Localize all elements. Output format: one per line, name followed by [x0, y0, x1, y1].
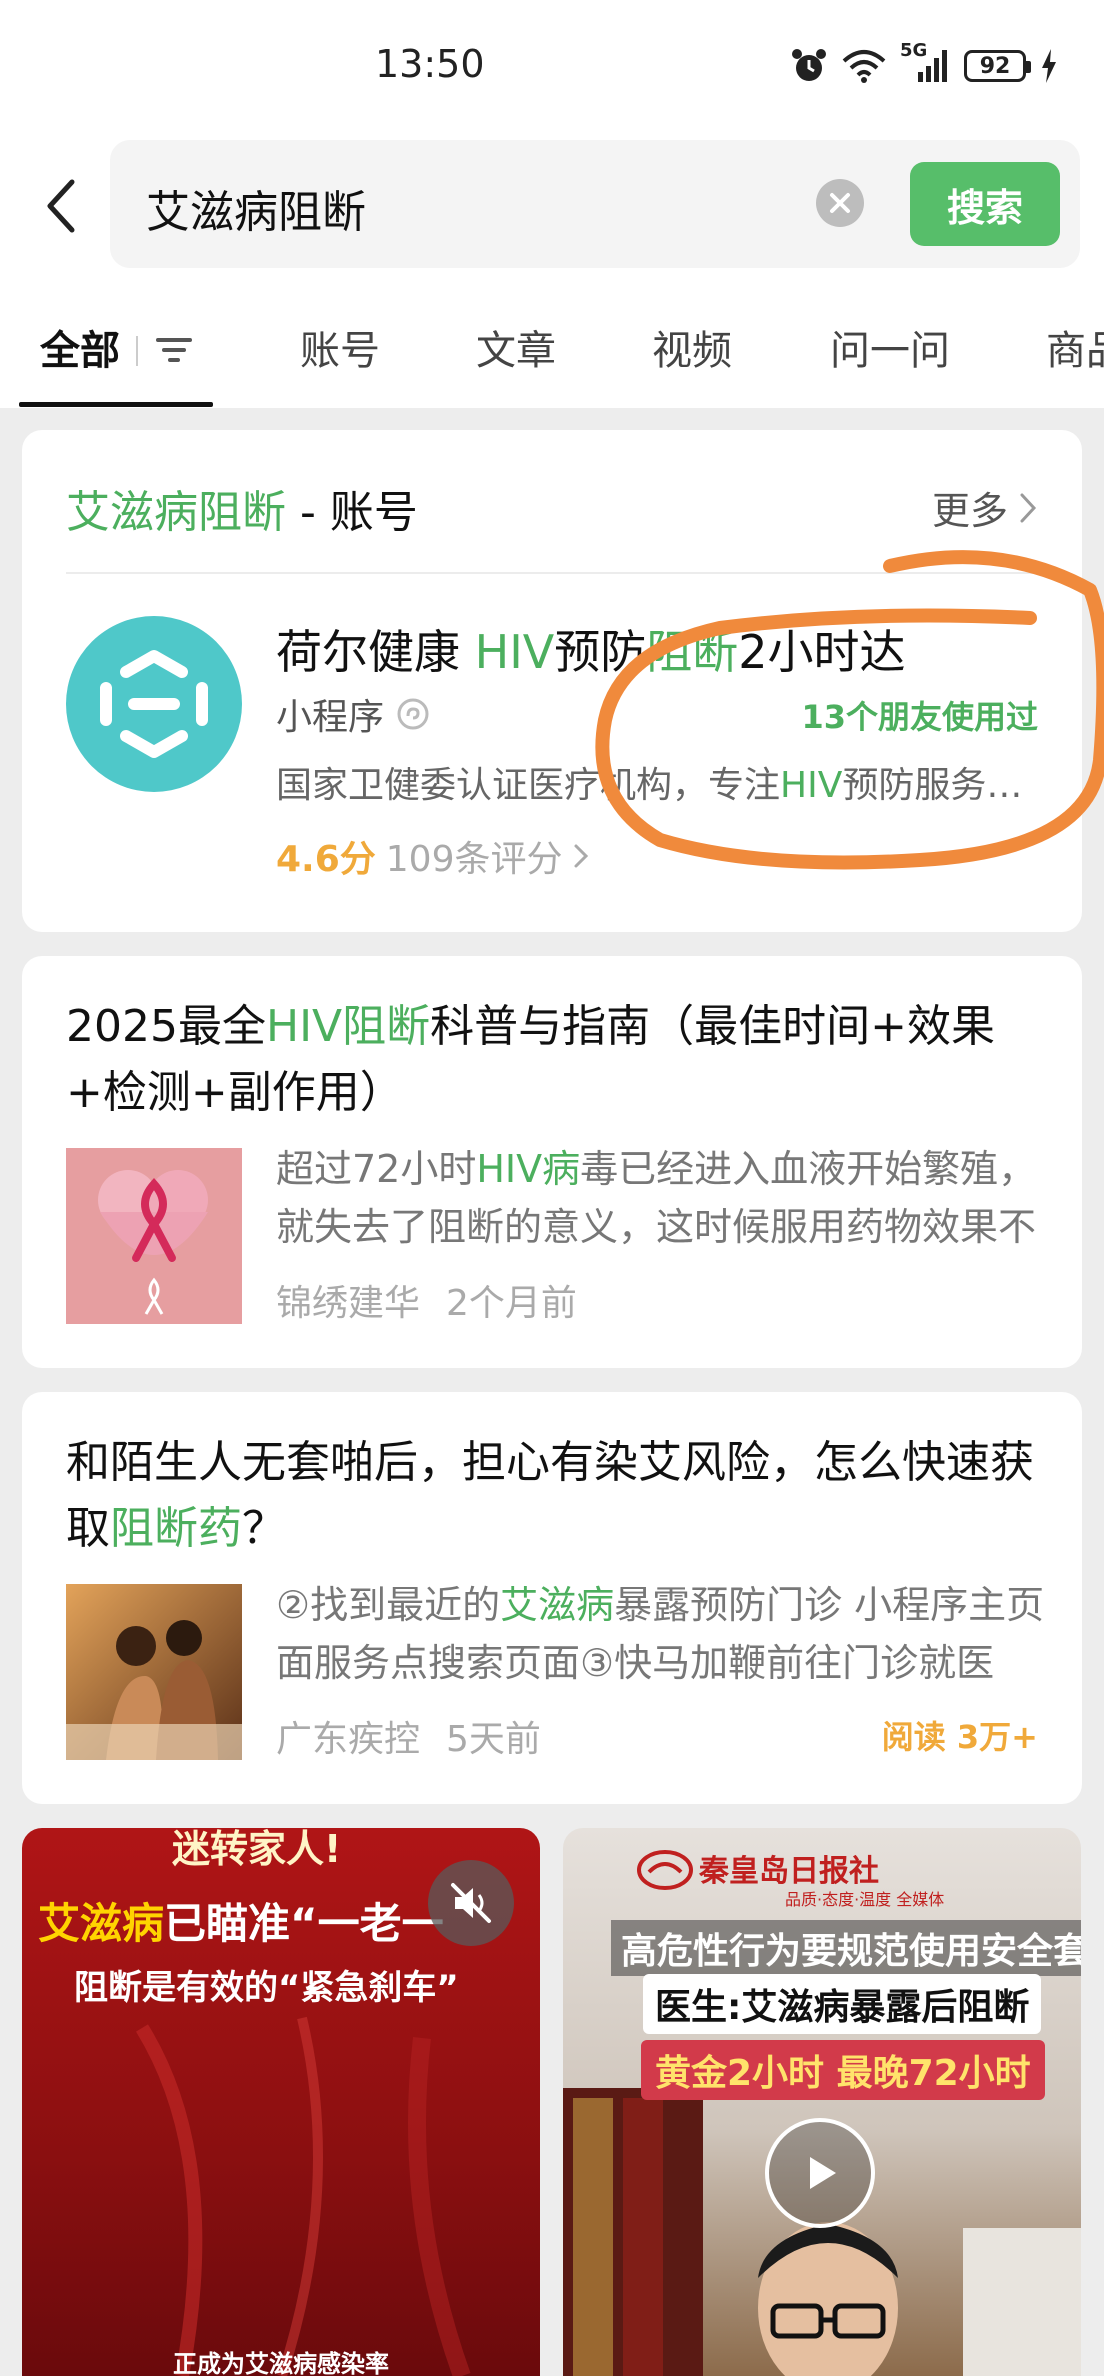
tab-accounts[interactable]: 账号 — [300, 318, 380, 376]
account-section-heading: 艾滋病阻断 - 账号 — [66, 476, 418, 540]
video-card[interactable]: 秦皇岛日报社 品质·态度·温度 全媒体 高危性行为要规范使用安全套 医生:艾滋病… — [563, 1828, 1081, 2376]
account-result-card: 艾滋病阻断 - 账号 更多 荷尔健康 HIV预防阻断2小时达 小程序 13个朋友… — [22, 430, 1082, 932]
filter-icon[interactable] — [152, 330, 196, 370]
battery-indicator: 92 — [964, 50, 1031, 82]
battery-level: 92 — [979, 53, 1011, 79]
clear-search-button[interactable] — [816, 179, 864, 227]
video-caption-line3: 黄金2小时 最晚72小时 — [641, 2040, 1045, 2100]
article-source[interactable]: 锦绣建华 — [276, 1274, 420, 1326]
title-part: 荷尔健康 — [276, 625, 475, 679]
read-count: 阅读 3万+ — [881, 1718, 1038, 1756]
mute-button[interactable] — [428, 1860, 514, 1946]
desc-part: ②找到最近的 — [276, 1583, 501, 1627]
title-part: ？ — [242, 1503, 286, 1554]
article-thumbnail[interactable] — [66, 1584, 242, 1760]
video-caption-top: 迷转家人! — [172, 1828, 342, 1871]
tab-products[interactable]: 商品 — [1046, 318, 1104, 376]
article-card[interactable]: 2025最全HIV阻断科普与指南（最佳时间+效果+检测+副作用） 超过72小时H… — [22, 956, 1082, 1368]
article-thumbnail[interactable] — [66, 1148, 242, 1324]
close-icon — [830, 193, 850, 213]
title-part: 2小时达 — [738, 625, 906, 679]
newspaper-logo-icon — [637, 1850, 693, 1890]
caption-highlight: 艾滋病 — [38, 1899, 165, 1948]
title-part: 2025最全 — [66, 1001, 266, 1052]
video-card[interactable]: 迷转家人! 艾滋病已瞄准“一老一 阻断是有效的“紧急刹车” 正成为艾滋病感染率 — [22, 1828, 540, 2376]
desc-highlight: 艾滋病 — [500, 1583, 615, 1627]
article-title[interactable]: 和陌生人无套啪后，担心有染艾风险，怎么快速获取阻断药？ — [66, 1430, 1046, 1562]
mini-program-description: 国家卫健委认证医疗机构，专注HIV预防服务，提供专业的阻断用药与检测服务 — [276, 756, 1046, 808]
tab-articles[interactable]: 文章 — [476, 318, 556, 376]
video-logo-text: 秦皇岛日报社 — [699, 1854, 879, 1889]
status-time: 13:50 — [375, 42, 485, 86]
heading-suffix: - 账号 — [286, 487, 418, 538]
title-highlight: HIV — [474, 625, 555, 679]
tab-all[interactable]: 全部 — [40, 318, 120, 376]
desc-part: 预防服务，提供专业的阻断用药与检测服务 — [842, 765, 1046, 806]
article-time: 5天前 — [446, 1719, 541, 1760]
divider — [66, 572, 1038, 574]
rating-row[interactable]: 4.6分 109条评分 — [276, 830, 589, 882]
status-icons: 5G 92 — [790, 40, 1058, 88]
article-time: 2个月前 — [446, 1283, 577, 1324]
alarm-icon — [792, 49, 826, 81]
article-summary: 超过72小时HIV病毒已经进入血液开始繁殖，就失去了阻断的意义，这时候服用药物效… — [276, 1140, 1046, 1256]
video-caption-line2: 阻断是有效的“紧急刹车” — [74, 1968, 459, 2008]
article-meta: 锦绣建华 2个月前 — [276, 1274, 577, 1326]
article-card[interactable]: 和陌生人无套啪后，担心有染艾风险，怎么快速获取阻断药？ ②找到最近的艾滋病暴露预… — [22, 1392, 1082, 1804]
desc-part: 超过72小时 — [276, 1147, 477, 1191]
account-type: 小程序 — [276, 688, 430, 740]
video-caption-line1: 高危性行为要规范使用安全套 — [611, 1920, 1081, 1976]
tab-videos[interactable]: 视频 — [652, 318, 732, 376]
friends-used-count: 13个朋友使用过 — [801, 698, 1038, 736]
account-type-label: 小程序 — [276, 697, 385, 738]
tab-ask[interactable]: 问一问 — [830, 318, 950, 376]
mini-program-icon — [397, 698, 429, 730]
more-accounts-link[interactable]: 更多 — [932, 480, 1038, 535]
search-bar[interactable]: 艾滋病阻断 搜索 — [110, 140, 1080, 268]
article-title[interactable]: 2025最全HIV阻断科普与指南（最佳时间+效果+检测+副作用） — [66, 994, 1046, 1126]
title-part: 预防 — [554, 625, 647, 679]
tab-bar: 全部 账号 文章 视频 问一问 商品 — [0, 310, 1104, 407]
review-count: 109条评分 — [385, 839, 563, 880]
tab-separator — [136, 336, 138, 366]
more-label: 更多 — [931, 489, 1008, 533]
rating-score: 4.6分 — [276, 839, 376, 880]
article-source[interactable]: 广东疾控 — [276, 1710, 420, 1762]
title-highlight: 阻断药 — [110, 1503, 242, 1554]
charging-icon — [1042, 49, 1056, 83]
video-logo-subtitle: 品质·态度·温度 全媒体 — [785, 1890, 945, 1909]
article-summary: ②找到最近的艾滋病暴露预防门诊 小程序主页面服务点搜索页面③快马加鞭前往门诊就医 — [276, 1576, 1046, 1692]
desc-highlight: HIV — [780, 765, 843, 806]
caption-part: 已瞄准“一老一 — [164, 1899, 444, 1948]
wifi-icon — [842, 50, 886, 83]
mini-program-avatar[interactable] — [66, 616, 242, 792]
header-area: 13:50 5G 92 艾滋病阻断 搜索 全部 账号 文章 视频 问一问 商 — [0, 0, 1104, 408]
title-highlight: HIV阻断 — [265, 1001, 431, 1052]
video-caption-line2: 医生:艾滋病暴露后阻断 — [643, 1974, 1042, 2034]
search-input[interactable]: 艾滋病阻断 — [146, 176, 366, 240]
back-arrow-icon[interactable] — [40, 176, 84, 236]
desc-highlight: HIV病 — [476, 1147, 581, 1191]
video-caption-bottom: 正成为艾滋病感染率 — [173, 2350, 389, 2376]
article-meta: 广东疾控 5天前 — [276, 1710, 541, 1762]
muted-speaker-icon — [451, 1883, 491, 1923]
signal-icon: 5G — [900, 40, 950, 86]
title-highlight: 阻断 — [646, 625, 739, 679]
search-button[interactable]: 搜索 — [910, 162, 1060, 246]
active-tab-indicator — [19, 402, 213, 407]
play-button[interactable] — [765, 2118, 875, 2228]
heading-keyword: 艾滋病阻断 — [66, 487, 286, 538]
chevron-right-icon — [1020, 493, 1037, 522]
play-icon — [810, 2157, 836, 2189]
mini-program-title[interactable]: 荷尔健康 HIV预防阻断2小时达 — [276, 616, 906, 682]
hexagon-logo-icon — [100, 650, 208, 758]
video-caption-line1: 艾滋病已瞄准“一老一 — [38, 1890, 444, 1951]
chevron-right-icon — [574, 844, 588, 868]
desc-part: 国家卫健委认证医疗机构，专注 — [276, 765, 781, 806]
